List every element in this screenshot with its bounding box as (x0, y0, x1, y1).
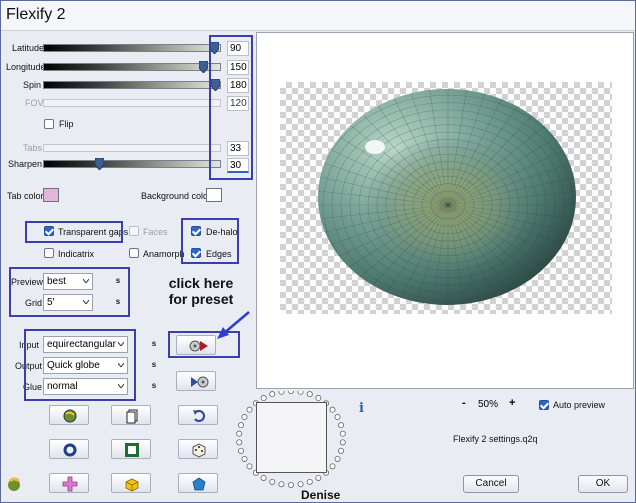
cross-shape-button[interactable] (49, 473, 89, 493)
square-icon (125, 443, 139, 457)
flexify-dialog: Flexify 2 Latitude 90 Longitude 150 Spin… (0, 0, 636, 503)
anamorph-checkbox[interactable] (129, 248, 139, 258)
globe-preview (318, 89, 576, 305)
cancel-button[interactable]: Cancel (463, 475, 519, 493)
cube-shape-button[interactable] (111, 473, 151, 493)
indicatrix-checkbox[interactable] (44, 248, 54, 258)
play-disc-icon (191, 376, 209, 388)
input-output-highlight (24, 329, 136, 401)
transparent-gaps-highlight (25, 221, 123, 243)
globe-icon (63, 409, 77, 423)
output-s-button[interactable]: s (149, 359, 159, 371)
auto-preview-label: Auto preview (553, 400, 606, 410)
flexify-logo-icon (8, 477, 20, 491)
de-halo-edges-highlight (181, 218, 239, 264)
preview-area[interactable] (256, 32, 634, 389)
tab-color-swatch[interactable] (43, 188, 59, 202)
undo-button[interactable] (178, 405, 218, 425)
ok-button[interactable]: OK (578, 475, 628, 493)
flip-label: Flip (59, 119, 74, 129)
cube-icon (125, 478, 139, 492)
faces-checkbox[interactable] (129, 226, 139, 236)
title-bar: Flexify 2 (1, 1, 635, 31)
anamorph-label: Anamorph (143, 249, 185, 259)
tab-color-label: Tab color (7, 191, 44, 201)
longitude-label: Longitude (6, 62, 46, 72)
polyhedron-icon (192, 477, 206, 491)
longitude-slider[interactable] (43, 61, 221, 73)
sharpen-slider[interactable] (43, 158, 221, 170)
preset-button-highlight (168, 331, 240, 358)
polyhedron-shape-button[interactable] (178, 473, 218, 493)
background-color-swatch[interactable] (206, 188, 222, 202)
randomize-button[interactable] (178, 439, 218, 459)
ring-shape-button[interactable] (49, 439, 89, 459)
zoom-out-button[interactable]: - (462, 397, 466, 409)
random-globe-button[interactable] (49, 405, 89, 425)
annotation-line-1: click here (168, 275, 234, 291)
slider-values-highlight (209, 35, 253, 180)
annotation-line-2: for preset (168, 291, 234, 307)
sharpen-label: Sharpen (8, 159, 43, 169)
copy-icon (126, 409, 138, 424)
window-title: Flexify 2 (6, 6, 66, 23)
watermark-signature: Denise (301, 488, 341, 502)
slider-thumb-icon[interactable] (199, 61, 208, 73)
tabs-slider[interactable] (43, 144, 221, 152)
fov-label: FOV (25, 98, 44, 108)
square-shape-button[interactable] (111, 439, 151, 459)
fov-slider[interactable] (43, 99, 221, 107)
ring-icon (63, 443, 77, 457)
undo-icon (193, 409, 206, 423)
preview-grid-highlight (9, 267, 130, 317)
spin-label: Spin (23, 80, 42, 90)
zoom-level: 50% (478, 399, 499, 410)
slider-thumb-icon[interactable] (95, 158, 104, 170)
spin-slider[interactable] (43, 79, 221, 91)
faces-label: Faces (143, 227, 168, 237)
dice-icon (192, 443, 206, 458)
copy-button[interactable] (111, 405, 151, 425)
latitude-slider[interactable] (43, 42, 221, 54)
preset-thumbnail[interactable] (256, 402, 327, 473)
tabs-label: Tabs (23, 143, 43, 153)
flip-checkbox[interactable] (44, 119, 54, 129)
indicatrix-label: Indicatrix (58, 249, 95, 259)
info-icon[interactable]: i (359, 401, 371, 416)
auto-preview-checkbox[interactable] (539, 400, 549, 410)
preset-annotation: click here for preset (151, 275, 251, 307)
background-color-label: Background color (141, 191, 212, 201)
latitude-label: Latitude (12, 43, 45, 53)
preset-load-button[interactable] (176, 371, 216, 391)
input-s-button[interactable]: s (149, 338, 159, 350)
glue-s-button[interactable]: s (149, 380, 159, 392)
zoom-in-button[interactable]: + (509, 397, 515, 409)
cross-grid-icon (62, 476, 78, 492)
settings-file-label: Flexify 2 settings.q2q (453, 434, 538, 444)
